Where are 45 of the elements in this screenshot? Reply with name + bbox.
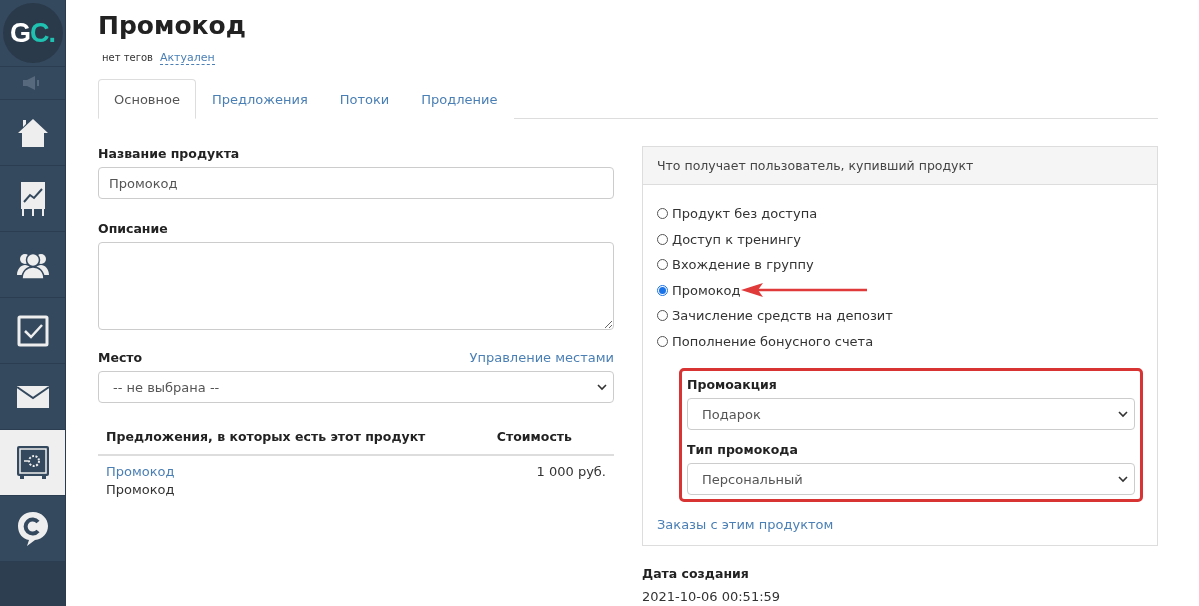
- logo[interactable]: GC.: [2, 3, 63, 63]
- field-label: Название продукта: [98, 146, 241, 161]
- field-label: Описание: [98, 221, 169, 236]
- manage-places-link[interactable]: Управление местами: [469, 350, 614, 365]
- sidebar-item[interactable]: [0, 430, 65, 496]
- radio-icon[interactable]: [657, 233, 668, 245]
- page-title: Промокод: [98, 10, 247, 42]
- radio-option[interactable]: Продукт без доступа: [657, 201, 1143, 227]
- radio-icon[interactable]: [657, 310, 668, 322]
- offer-link[interactable]: Промокод: [106, 464, 175, 479]
- status-link[interactable]: Актуален: [159, 51, 215, 65]
- radio-option[interactable]: Зачисление средств на депозит: [657, 303, 1143, 329]
- place-select[interactable]: -- не выбрана --: [98, 371, 614, 403]
- product-name-input[interactable]: Промокод: [98, 167, 614, 199]
- chevron-down-icon: [597, 383, 607, 391]
- radio-option[interactable]: Пополнение бонусного счета: [657, 328, 1143, 354]
- tab[interactable]: Основное: [98, 79, 196, 119]
- radio-option[interactable]: Доступ к тренингу: [657, 226, 1143, 252]
- field-label: Место: [98, 350, 143, 365]
- promo-type-select[interactable]: Персональный: [687, 463, 1135, 495]
- chevron-down-icon: [1118, 475, 1128, 483]
- radio-option[interactable]: Вхождение в группу: [657, 252, 1143, 278]
- field-label: Промоакция: [687, 377, 778, 392]
- promo-action-select[interactable]: Подарок: [687, 398, 1135, 430]
- radio-icon[interactable]: [657, 208, 668, 220]
- created-date: 2021-10-06 00:51:59: [642, 589, 782, 604]
- mail-icon: [15, 384, 50, 409]
- tags-text: нет тегов: [102, 52, 153, 63]
- column-header: Стоимость: [496, 429, 572, 444]
- radio-icon[interactable]: [657, 284, 668, 296]
- chevron-down-icon: [1118, 410, 1128, 418]
- panel-title: Что получает пользователь, купивший продукт: [643, 147, 1157, 185]
- field-label: Тип промокода: [687, 442, 799, 457]
- column-header: Предложения, в которых есть этот продукт: [106, 429, 426, 444]
- chat-bubble-icon: [16, 510, 49, 547]
- radio-icon[interactable]: [657, 335, 668, 347]
- field-label: Дата создания: [642, 566, 750, 581]
- orders-link[interactable]: Заказы с этим продуктом: [657, 517, 834, 532]
- chart-easel-icon: [18, 179, 47, 218]
- radio-option[interactable]: Промокод: [657, 277, 1143, 303]
- offer-name: Промокод: [106, 482, 175, 497]
- safe-icon: [15, 444, 50, 481]
- radio-icon[interactable]: [657, 259, 668, 271]
- price-cell-text: 1 000 руб.: [536, 464, 606, 481]
- checkbox-icon: [16, 314, 49, 347]
